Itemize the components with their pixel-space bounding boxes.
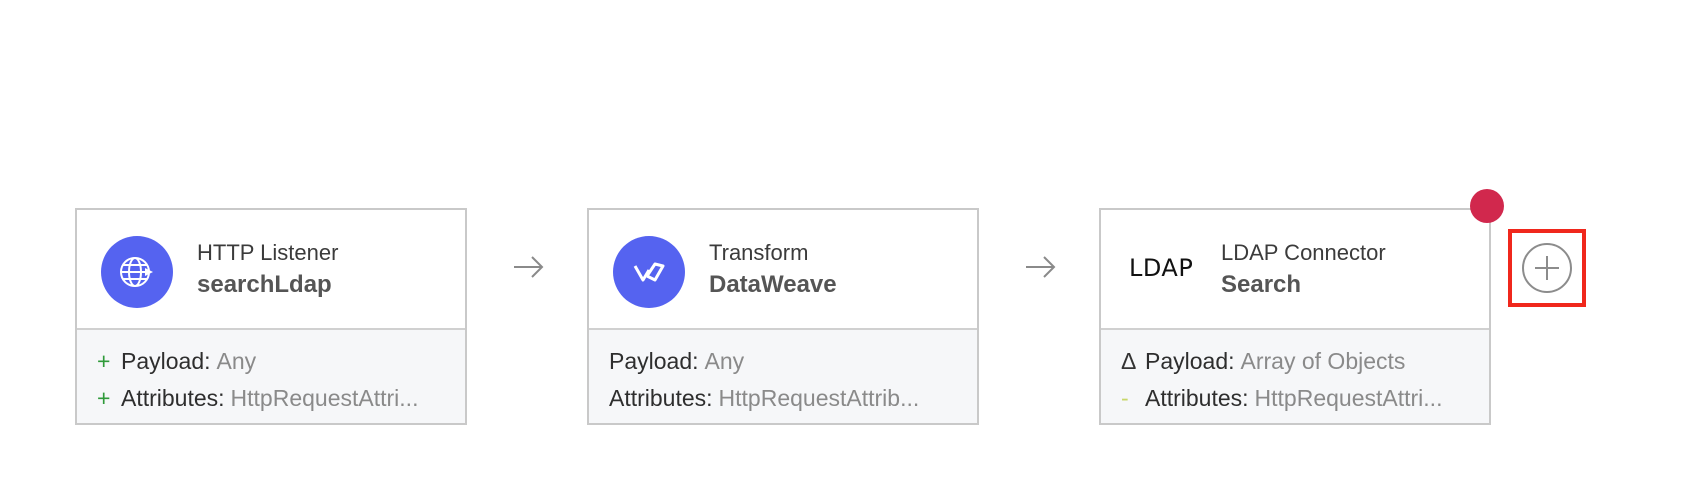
component-type-label: LDAP Connector [1221,240,1386,265]
component-header: LDAP LDAP Connector Search [1101,210,1489,330]
metadata-row-attributes: - Attributes: HttpRequestAttri... [1121,383,1473,413]
metadata-row-payload: Payload: Any [609,346,961,376]
metadata-key: Payload: [121,348,211,374]
component-type-label: HTTP Listener [197,240,339,265]
component-name-label: Search [1221,271,1302,298]
metadata-panel: Payload: Any Attributes: HttpRequestAttrib… [589,330,977,423]
metadata-key: Attributes: [609,385,713,411]
plus-icon [1535,256,1559,280]
metadata-value: HttpRequestAttrib... [718,385,920,411]
component-card-http-listener[interactable]: HTTP Listener searchLdap + Payload: Any + A… [75,208,467,425]
metadata-value: Any [216,348,257,374]
component-header: HTTP Listener searchLdap [77,210,465,330]
metadata-key: Attributes: [121,385,225,411]
component-type-label: Transform [709,240,809,265]
metadata-value: Any [704,348,745,374]
metadata-key: Payload: [1145,348,1235,374]
metadata-value: Array of Objects [1240,348,1406,374]
metadata-panel: + Payload: Any + Attributes: HttpRequestAttr… [77,330,465,423]
dataweave-icon [613,236,685,308]
globe-icon [101,236,173,308]
component-name-label: DataWeave [709,271,837,298]
metadata-value: HttpRequestAttri... [230,385,419,411]
component-card-ldap-connector[interactable]: LDAP LDAP Connector Search Δ Payload: Arra… [1099,208,1491,425]
arrow-right-icon [514,256,544,278]
add-component-highlight [1508,229,1586,307]
changed-marker: Δ [1121,348,1137,374]
metadata-panel: Δ Payload: Array of Objects - Attributes: Ht… [1101,330,1489,423]
metadata-row-payload: Δ Payload: Array of Objects [1121,346,1473,376]
metadata-key: Payload: [609,348,699,374]
metadata-key: Attributes: [1145,385,1249,411]
component-card-transform[interactable]: Transform DataWeave Payload: Any Attribut… [587,208,979,425]
component-header: Transform DataWeave [589,210,977,330]
error-indicator-icon[interactable] [1470,189,1504,223]
arrow-right-icon [1026,256,1056,278]
component-name-label: searchLdap [197,271,332,298]
metadata-row-payload: + Payload: Any [97,346,449,376]
removed-marker: - [1121,385,1129,411]
ldap-logo-icon: LDAP [1129,254,1194,282]
metadata-row-attributes: + Attributes: HttpRequestAttri... [97,383,449,413]
metadata-value: HttpRequestAttri... [1254,385,1443,411]
added-marker: + [97,385,111,411]
added-marker: + [97,348,111,374]
metadata-row-attributes: Attributes: HttpRequestAttrib... [609,383,961,413]
add-component-button[interactable] [1522,243,1572,293]
